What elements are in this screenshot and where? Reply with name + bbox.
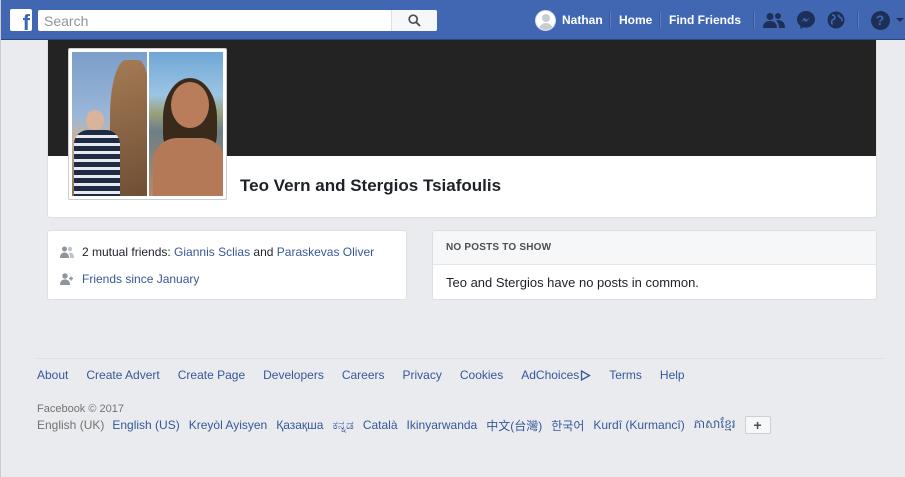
posts-card: NO POSTS TO SHOW Teo and Stergios have n… bbox=[432, 230, 877, 300]
language-link-chinese-taiwan[interactable]: 中文(台灣) bbox=[486, 417, 542, 434]
footer-link-adchoices[interactable]: AdChoices bbox=[521, 368, 592, 382]
nav-divider bbox=[857, 12, 858, 28]
footer-link-privacy[interactable]: Privacy bbox=[403, 368, 442, 382]
language-link-khmer[interactable]: ភាសាខ្មែរ bbox=[694, 416, 736, 434]
friendship-profile-pictures bbox=[68, 48, 227, 200]
language-link-english-us[interactable]: English (US) bbox=[112, 418, 179, 432]
language-link-kurdish[interactable]: Kurdî (Kurmancî) bbox=[593, 418, 684, 432]
footer-link-help[interactable]: Help bbox=[660, 368, 685, 382]
copyright-text: Facebook © 2017 bbox=[37, 403, 124, 415]
language-selector: English (UK) English (US) Kreyòl Ayisyen… bbox=[37, 416, 771, 434]
nav-divider bbox=[609, 12, 610, 28]
current-language: English (UK) bbox=[37, 418, 105, 432]
photo-person-body bbox=[74, 130, 120, 196]
footer-link-cookies[interactable]: Cookies bbox=[460, 368, 503, 382]
add-friend-icon bbox=[60, 273, 74, 285]
avatar bbox=[535, 9, 556, 31]
friend-requests-icon bbox=[763, 13, 785, 28]
footer-divider bbox=[37, 358, 883, 359]
search-input[interactable] bbox=[38, 11, 390, 30]
help-icon: ? bbox=[870, 10, 890, 30]
home-link[interactable]: Home bbox=[619, 13, 652, 27]
posts-heading: NO POSTS TO SHOW bbox=[433, 231, 876, 265]
help-glyph: ? bbox=[875, 12, 885, 28]
friendship-header-card: Teo Vern and Stergios Tsiafoulis bbox=[47, 40, 877, 218]
footer-link-about[interactable]: About bbox=[37, 368, 68, 382]
help-button[interactable]: ? bbox=[869, 10, 891, 30]
mutual-friends-prefix: 2 mutual friends: bbox=[82, 245, 175, 259]
facebook-logo-letter: f bbox=[22, 10, 30, 32]
notifications-button[interactable] bbox=[825, 10, 847, 30]
adchoices-icon bbox=[581, 369, 592, 381]
language-link-korean[interactable]: 한국어 bbox=[551, 417, 584, 434]
friendship-info-card: 2 mutual friends: Giannis Sclias and Par… bbox=[47, 230, 407, 300]
find-friends-link[interactable]: Find Friends bbox=[669, 13, 741, 27]
messenger-icon bbox=[797, 11, 815, 29]
language-link-kreyol[interactable]: Kreyòl Ayisyen bbox=[189, 418, 268, 432]
mutual-friend-link-paraskevas[interactable]: Paraskevas Oliver bbox=[277, 245, 374, 259]
messages-button[interactable] bbox=[795, 10, 817, 30]
friends-since-row: Friends since January bbox=[60, 272, 199, 286]
friends-since-link[interactable]: Friends since January bbox=[82, 272, 199, 286]
language-link-kannada[interactable]: ಕನ್ನಡ bbox=[332, 418, 353, 433]
nav-divider bbox=[659, 12, 660, 28]
add-language-button[interactable]: + bbox=[744, 416, 771, 434]
footer-link-create-page[interactable]: Create Page bbox=[178, 368, 245, 382]
mutual-friend-link-giannis[interactable]: Giannis Sclias bbox=[174, 245, 250, 259]
mutual-friends-row: 2 mutual friends: Giannis Sclias and Par… bbox=[60, 245, 374, 259]
profile-link[interactable]: Nathan bbox=[535, 0, 603, 40]
search-icon bbox=[408, 14, 421, 27]
page-title: Teo Vern and Stergios Tsiafoulis bbox=[240, 176, 502, 195]
account-menu-arrow-icon bbox=[896, 18, 904, 22]
mutual-friends-icon bbox=[60, 246, 74, 258]
footer-links: About Create Advert Create Page Develope… bbox=[37, 368, 703, 382]
footer-link-create-advert[interactable]: Create Advert bbox=[86, 368, 159, 382]
footer-link-developers[interactable]: Developers bbox=[263, 368, 324, 382]
search-box bbox=[38, 10, 437, 31]
notifications-globe-icon bbox=[827, 11, 845, 29]
search-button[interactable] bbox=[391, 10, 437, 31]
account-menu-button[interactable] bbox=[894, 10, 905, 30]
photo-person-head bbox=[86, 110, 104, 130]
language-link-kinyarwanda[interactable]: Ikinyarwanda bbox=[407, 418, 478, 432]
profile-photo-teo[interactable] bbox=[72, 52, 147, 196]
language-link-catala[interactable]: Català bbox=[363, 418, 398, 432]
top-navigation-bar: f Nathan Home Find Friends ? bbox=[1, 0, 905, 40]
nav-divider bbox=[753, 12, 754, 28]
profile-photo-stergios[interactable] bbox=[148, 52, 223, 196]
photo-person-head bbox=[170, 82, 209, 128]
mutual-friends-conjunction: and bbox=[250, 245, 277, 259]
footer-link-careers[interactable]: Careers bbox=[342, 368, 385, 382]
facebook-logo[interactable]: f bbox=[10, 9, 32, 31]
posts-empty-message: Teo and Stergios have no posts in common… bbox=[446, 275, 699, 290]
photo-person-body bbox=[152, 138, 223, 196]
footer-link-terms[interactable]: Terms bbox=[609, 368, 642, 382]
language-link-kazakh[interactable]: Қазақша bbox=[276, 418, 323, 432]
friend-requests-button[interactable] bbox=[763, 10, 785, 30]
profile-name-link[interactable]: Nathan bbox=[562, 13, 603, 27]
footer-link-adchoices-label: AdChoices bbox=[521, 368, 580, 382]
